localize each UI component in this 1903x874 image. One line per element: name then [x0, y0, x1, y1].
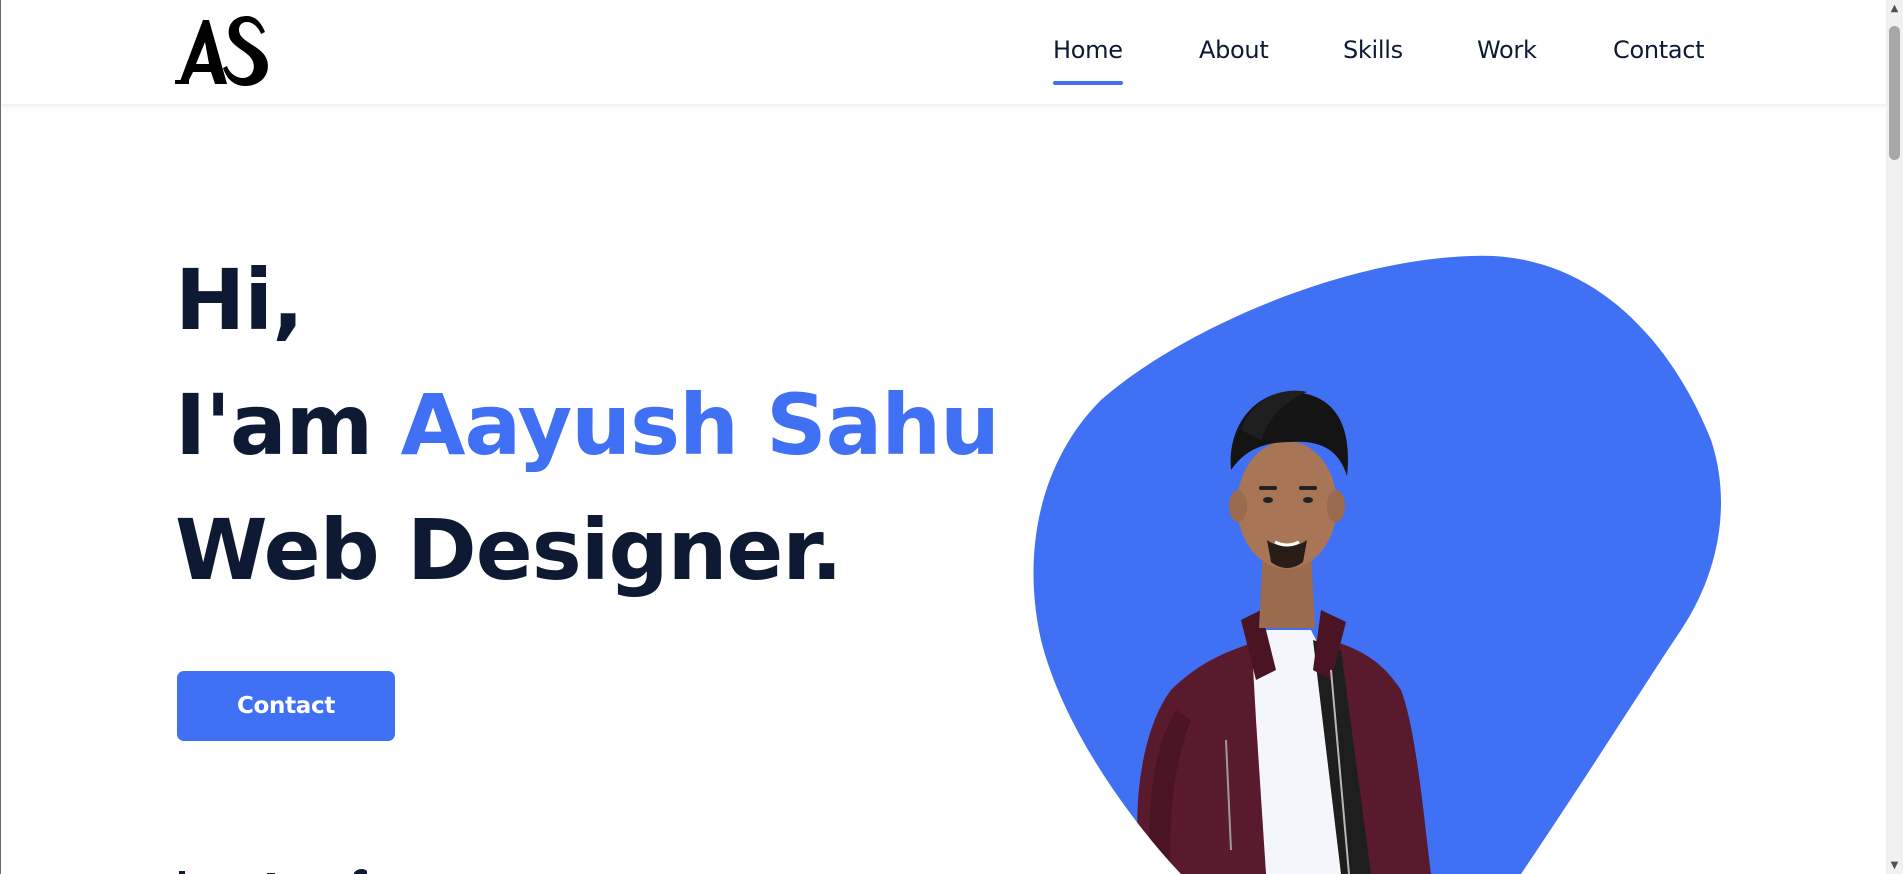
hero-image-blob: [1031, 250, 1721, 874]
hero-greeting: Hi,: [175, 251, 304, 349]
next-section-hint: [177, 862, 377, 874]
scroll-down-arrow-icon[interactable]: ▼: [1886, 857, 1903, 874]
site-header: Home About Skills Work Contact: [1, 0, 1887, 105]
hero-name: Aayush Sahu: [400, 376, 999, 474]
nav-contact[interactable]: Contact: [1613, 36, 1705, 64]
hero-intro: I'am Aayush Sahu: [175, 383, 1000, 467]
hero-intro-prefix: I'am: [175, 376, 373, 474]
as-monogram-logo[interactable]: [175, 14, 271, 86]
page: Home About Skills Work Contact Hi, I'am …: [0, 0, 1903, 874]
scrollbar-thumb[interactable]: [1889, 26, 1900, 160]
contact-button[interactable]: Contact: [177, 671, 395, 741]
vertical-scrollbar[interactable]: ▲ ▼: [1886, 0, 1903, 874]
nav-about[interactable]: About: [1199, 36, 1269, 64]
scroll-up-arrow-icon[interactable]: ▲: [1886, 0, 1903, 17]
nav-home[interactable]: Home: [1053, 36, 1123, 85]
nav-work[interactable]: Work: [1477, 36, 1537, 64]
nav-skills[interactable]: Skills: [1343, 36, 1403, 64]
hero-role: Web Designer.: [175, 501, 843, 599]
